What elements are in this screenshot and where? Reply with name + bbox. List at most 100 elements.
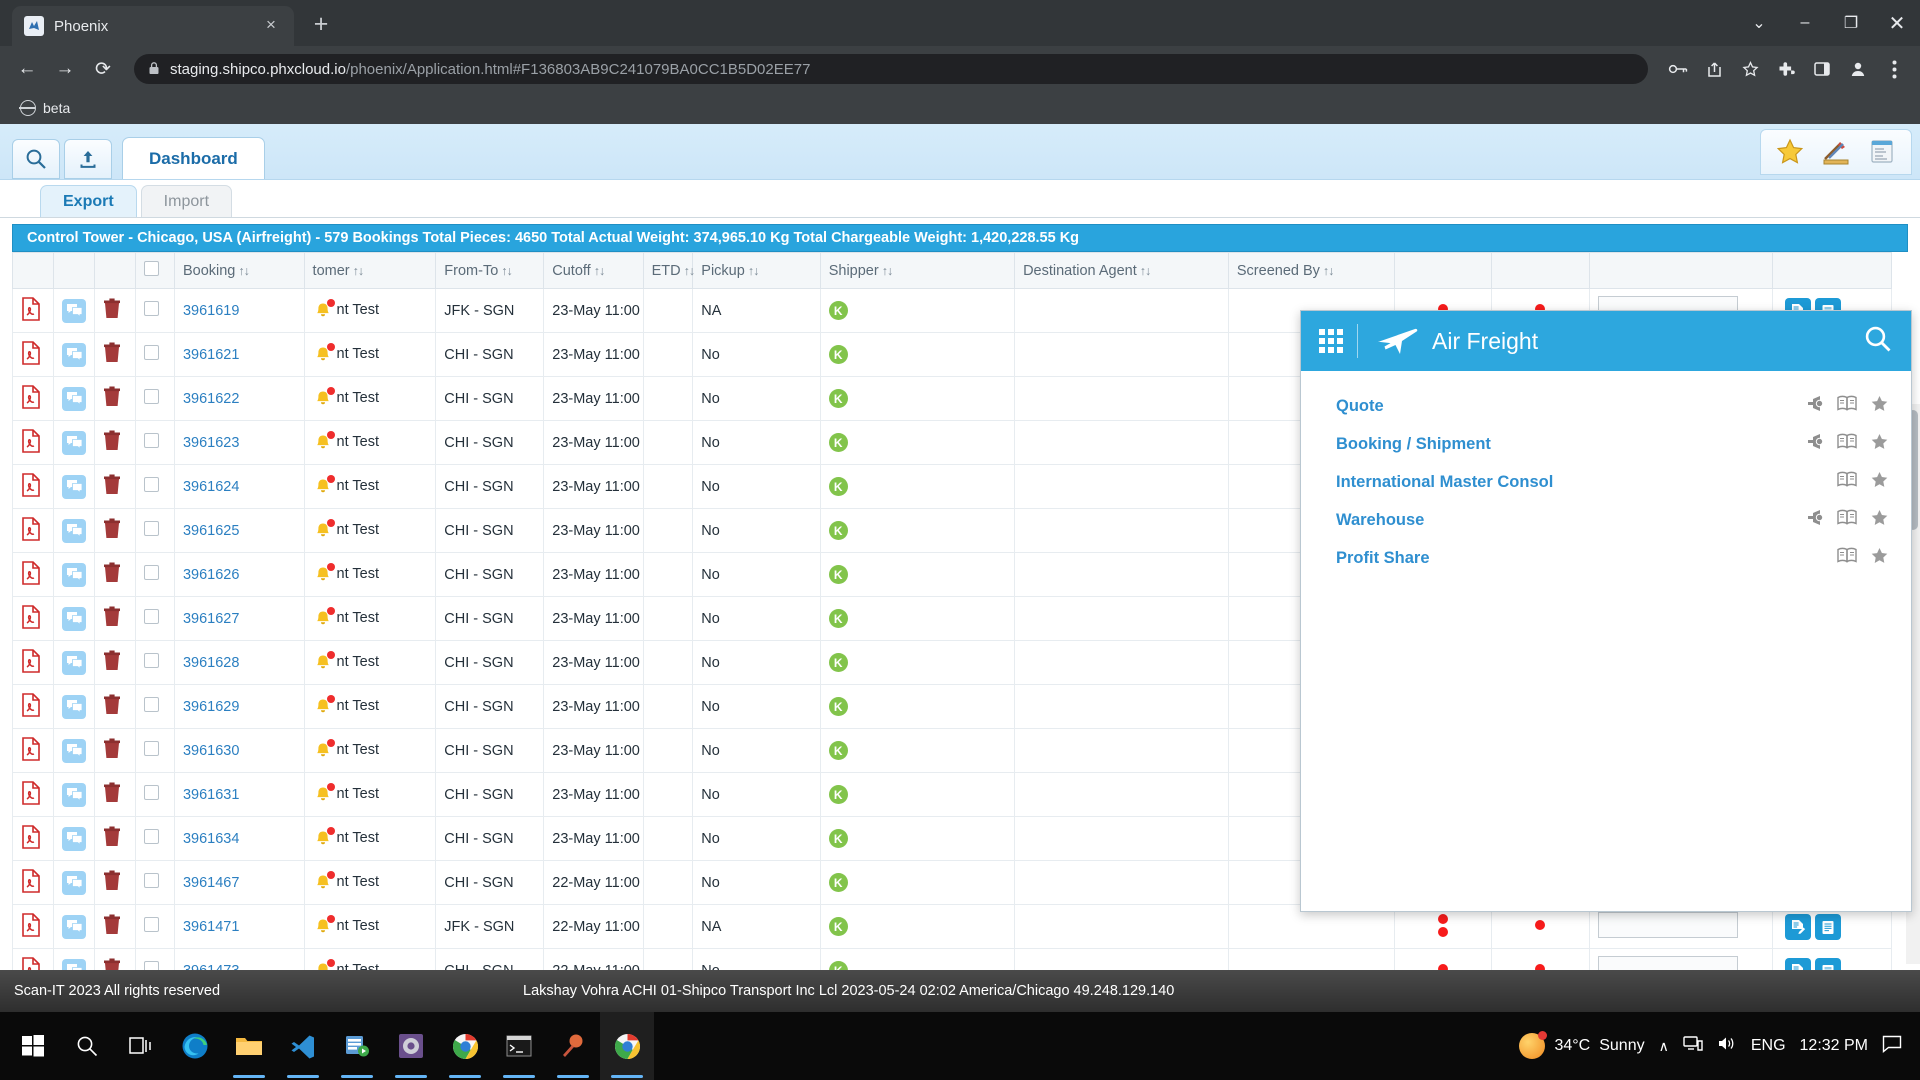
cell-booking[interactable]: 3961623 bbox=[173, 420, 305, 465]
password-key-icon[interactable] bbox=[1662, 53, 1694, 85]
cell-delete[interactable] bbox=[94, 728, 137, 773]
chat-icon[interactable] bbox=[62, 342, 87, 367]
taskbar-chrome-icon[interactable] bbox=[438, 1012, 492, 1080]
col-booking[interactable]: Booking ↑↓ bbox=[173, 252, 305, 289]
favorite-star-icon[interactable] bbox=[1870, 433, 1889, 456]
cell-select[interactable] bbox=[135, 420, 175, 465]
cell-chat[interactable] bbox=[53, 904, 96, 949]
shipper-badge[interactable]: K bbox=[828, 301, 848, 320]
select-all-checkbox[interactable] bbox=[144, 261, 160, 276]
chat-icon[interactable] bbox=[62, 782, 87, 807]
col-select-all[interactable] bbox=[135, 252, 175, 289]
cell-select[interactable] bbox=[135, 860, 175, 905]
cell-select[interactable] bbox=[135, 288, 175, 333]
chat-icon[interactable] bbox=[62, 474, 87, 499]
cell-delete[interactable] bbox=[94, 376, 137, 421]
cell-booking[interactable]: 3961625 bbox=[173, 508, 305, 553]
air-freight-item-profit-share[interactable]: Profit Share bbox=[1301, 539, 1911, 577]
network-icon[interactable] bbox=[1683, 1035, 1703, 1057]
remarks-input[interactable] bbox=[1597, 911, 1738, 938]
manual-book-icon[interactable] bbox=[1837, 433, 1858, 455]
sort-icon[interactable]: ↑↓ bbox=[748, 264, 759, 278]
cell-chat[interactable] bbox=[53, 420, 96, 465]
cell-select[interactable] bbox=[135, 552, 175, 597]
cell-chat[interactable] bbox=[53, 596, 96, 641]
new-tab-button[interactable]: + bbox=[304, 9, 338, 43]
cell-delete[interactable] bbox=[94, 816, 137, 861]
close-tab-icon[interactable]: × bbox=[260, 15, 282, 37]
taskbar-edge-icon[interactable] bbox=[168, 1012, 222, 1080]
delete-icon[interactable] bbox=[103, 562, 121, 584]
tools-icon[interactable] bbox=[1815, 134, 1857, 170]
delete-icon[interactable] bbox=[103, 606, 121, 628]
cell-select[interactable] bbox=[135, 376, 175, 421]
shipper-badge[interactable]: K bbox=[828, 389, 848, 408]
alert-bell-icon[interactable] bbox=[313, 914, 335, 937]
browser-tab-phoenix[interactable]: Phoenix × bbox=[12, 6, 294, 46]
col-screened-by[interactable]: Screened By ↑↓ bbox=[1227, 252, 1396, 289]
pdf-icon[interactable] bbox=[21, 428, 41, 453]
cell-chat[interactable] bbox=[53, 464, 96, 509]
row-checkbox[interactable] bbox=[144, 477, 160, 492]
alert-bell-icon[interactable] bbox=[313, 386, 335, 409]
cell-chat[interactable] bbox=[53, 508, 96, 553]
cell-pdf[interactable] bbox=[11, 508, 55, 553]
cell-booking[interactable]: 3961467 bbox=[173, 860, 305, 905]
col-pickup[interactable]: Pickup ↑↓ bbox=[692, 252, 821, 289]
air-freight-item-booking-shipment[interactable]: Booking / Shipment bbox=[1301, 425, 1911, 463]
cell-select[interactable] bbox=[135, 332, 175, 377]
cell-select[interactable] bbox=[135, 596, 175, 641]
row-checkbox[interactable] bbox=[144, 389, 160, 404]
chat-icon[interactable] bbox=[62, 914, 87, 939]
chevron-down-icon[interactable]: ⌄ bbox=[1736, 0, 1782, 46]
cell-pdf[interactable] bbox=[11, 552, 55, 597]
cell-select[interactable] bbox=[135, 904, 175, 949]
notifications-icon[interactable] bbox=[1882, 1035, 1902, 1058]
row-checkbox[interactable] bbox=[144, 697, 160, 712]
cell-chat[interactable] bbox=[53, 684, 96, 729]
cell-booking[interactable]: 3961628 bbox=[173, 640, 305, 685]
cell-delete[interactable] bbox=[94, 640, 137, 685]
cell-pdf[interactable] bbox=[11, 420, 55, 465]
back-icon[interactable]: ← bbox=[10, 52, 44, 86]
forward-icon[interactable]: → bbox=[48, 52, 82, 86]
chat-icon[interactable] bbox=[62, 650, 87, 675]
cell-booking[interactable]: 3961622 bbox=[173, 376, 305, 421]
pdf-icon[interactable] bbox=[21, 648, 41, 673]
favorite-star-icon[interactable] bbox=[1870, 395, 1889, 418]
delete-icon[interactable] bbox=[103, 738, 121, 760]
cell-delete[interactable] bbox=[94, 860, 137, 905]
shipper-badge[interactable]: K bbox=[828, 785, 848, 804]
chat-icon[interactable] bbox=[62, 738, 87, 763]
cell-select[interactable] bbox=[135, 728, 175, 773]
delete-icon[interactable] bbox=[103, 386, 121, 408]
modules-menu-icon[interactable] bbox=[1861, 134, 1903, 170]
cell-booking[interactable]: 3961630 bbox=[173, 728, 305, 773]
search-button[interactable] bbox=[12, 139, 60, 179]
cell-booking[interactable]: 3961627 bbox=[173, 596, 305, 641]
pdf-icon[interactable] bbox=[21, 912, 41, 937]
cell-select[interactable] bbox=[135, 508, 175, 553]
shipper-badge[interactable]: K bbox=[828, 741, 848, 760]
alert-bell-icon[interactable] bbox=[313, 474, 335, 497]
cell-pdf[interactable] bbox=[11, 640, 55, 685]
profile-avatar-icon[interactable] bbox=[1842, 53, 1874, 85]
pdf-icon[interactable] bbox=[21, 780, 41, 805]
chrome-menu-icon[interactable] bbox=[1878, 53, 1910, 85]
cell-booking[interactable]: 3961634 bbox=[173, 816, 305, 861]
row-checkbox[interactable] bbox=[144, 521, 160, 536]
cell-delete[interactable] bbox=[94, 508, 137, 553]
taskbar-snipping-tool-icon[interactable] bbox=[546, 1012, 600, 1080]
cell-select[interactable] bbox=[135, 464, 175, 509]
pdf-icon[interactable] bbox=[21, 560, 41, 585]
upload-button[interactable] bbox=[64, 139, 112, 179]
cell-booking[interactable]: 3961621 bbox=[173, 332, 305, 377]
delete-icon[interactable] bbox=[103, 694, 121, 716]
bookmark-star-icon[interactable] bbox=[1734, 53, 1766, 85]
delete-icon[interactable] bbox=[103, 650, 121, 672]
cell-select[interactable] bbox=[135, 816, 175, 861]
cell-delete[interactable] bbox=[94, 596, 137, 641]
favorite-star-icon[interactable] bbox=[1870, 509, 1889, 532]
row-checkbox[interactable] bbox=[144, 565, 160, 580]
chat-icon[interactable] bbox=[62, 606, 87, 631]
